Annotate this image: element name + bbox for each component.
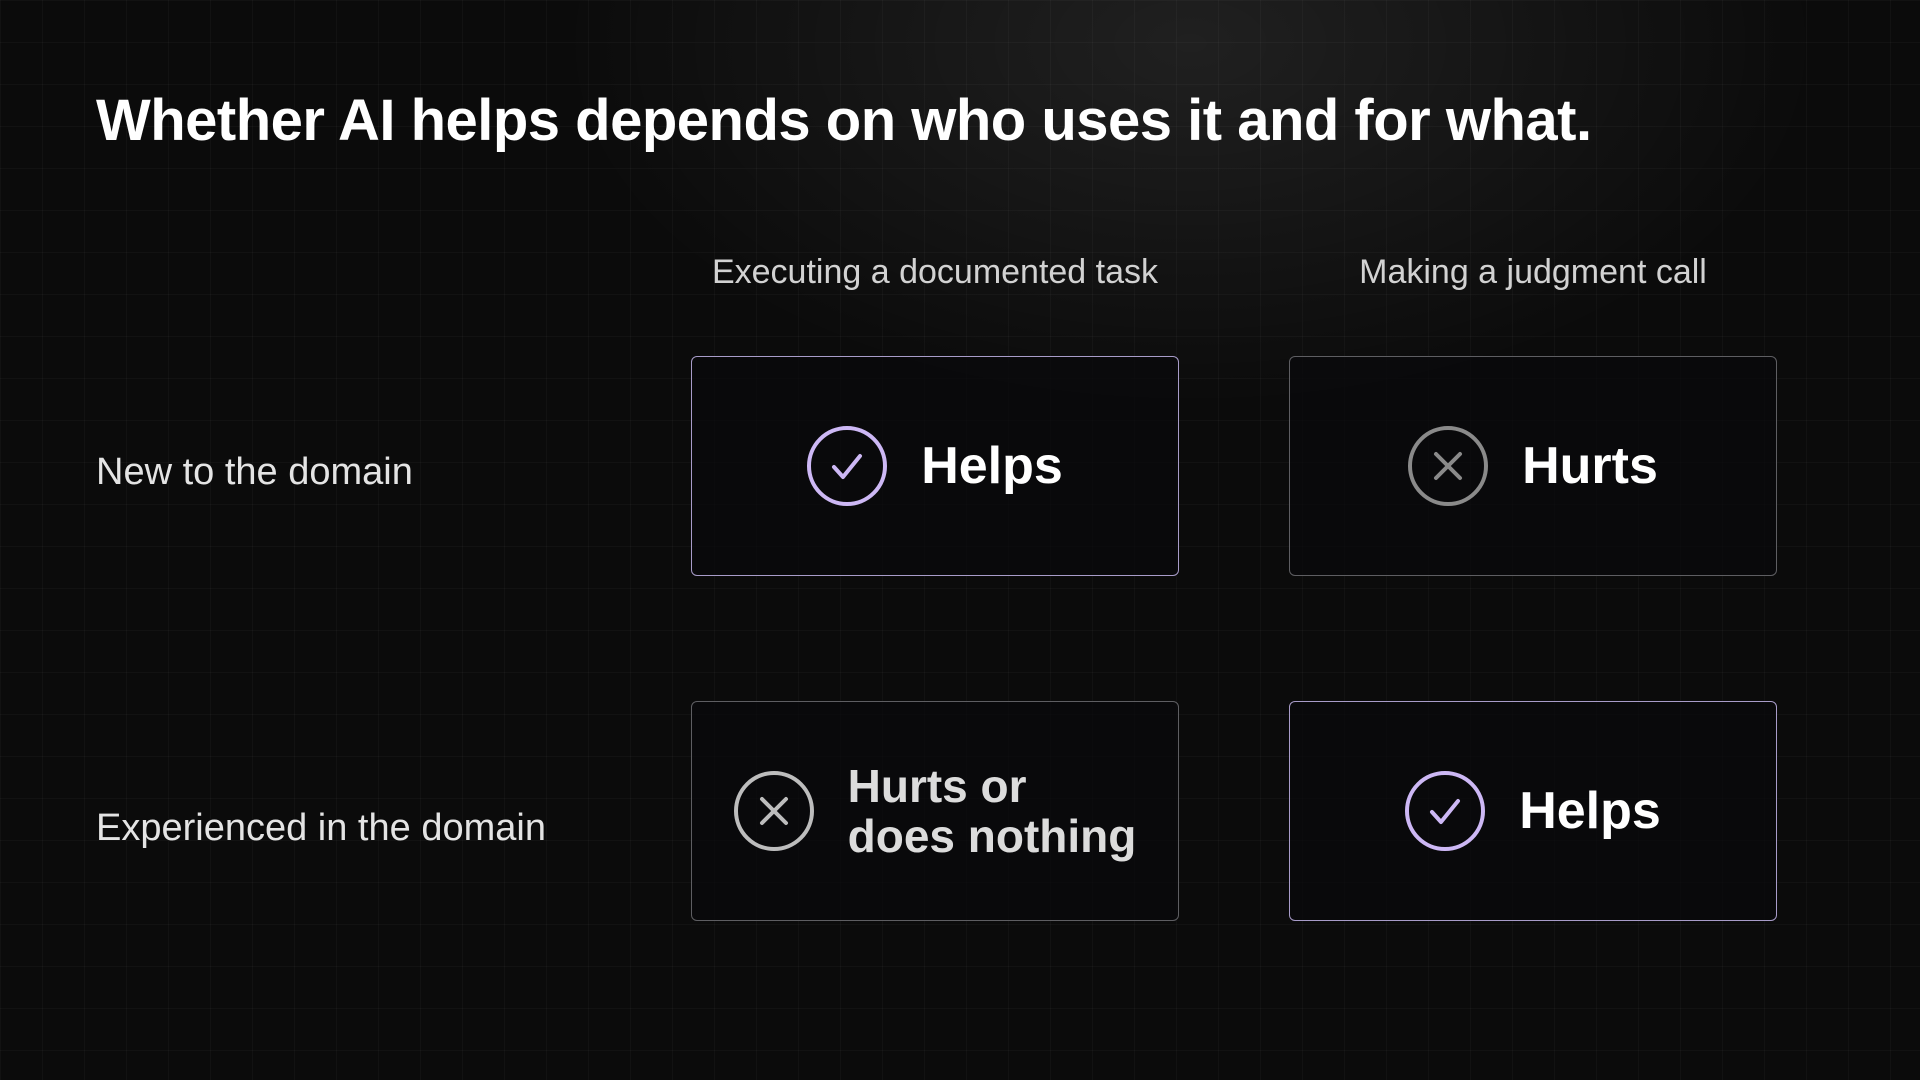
cell-new-judgment-call: Hurts: [1289, 356, 1777, 576]
cell-outcome-label: Helps: [921, 437, 1063, 495]
cell-outcome-label: Hurts or does nothing: [847, 760, 1137, 862]
column-header-judgment-call: Making a judgment call: [1359, 253, 1707, 291]
check-circle-icon: [1405, 771, 1486, 851]
x-circle-icon: [1408, 426, 1489, 506]
x-circle-icon: [733, 771, 814, 851]
cell-experienced-documented-task: Hurts or does nothing: [691, 701, 1179, 921]
column-header-documented-task: Executing a documented task: [711, 253, 1159, 291]
cell-outcome-label: Helps: [1519, 782, 1661, 840]
check-circle-icon: [807, 426, 888, 506]
cell-new-documented-task: Helps: [691, 356, 1179, 576]
cell-experienced-judgment-call: Helps: [1289, 701, 1777, 921]
row-label-experienced: Experienced in the domain: [96, 807, 546, 849]
row-label-new: New to the domain: [96, 451, 413, 493]
slide-title: Whether AI helps depends on who uses it …: [96, 88, 1592, 153]
cell-outcome-label: Hurts: [1522, 437, 1658, 495]
